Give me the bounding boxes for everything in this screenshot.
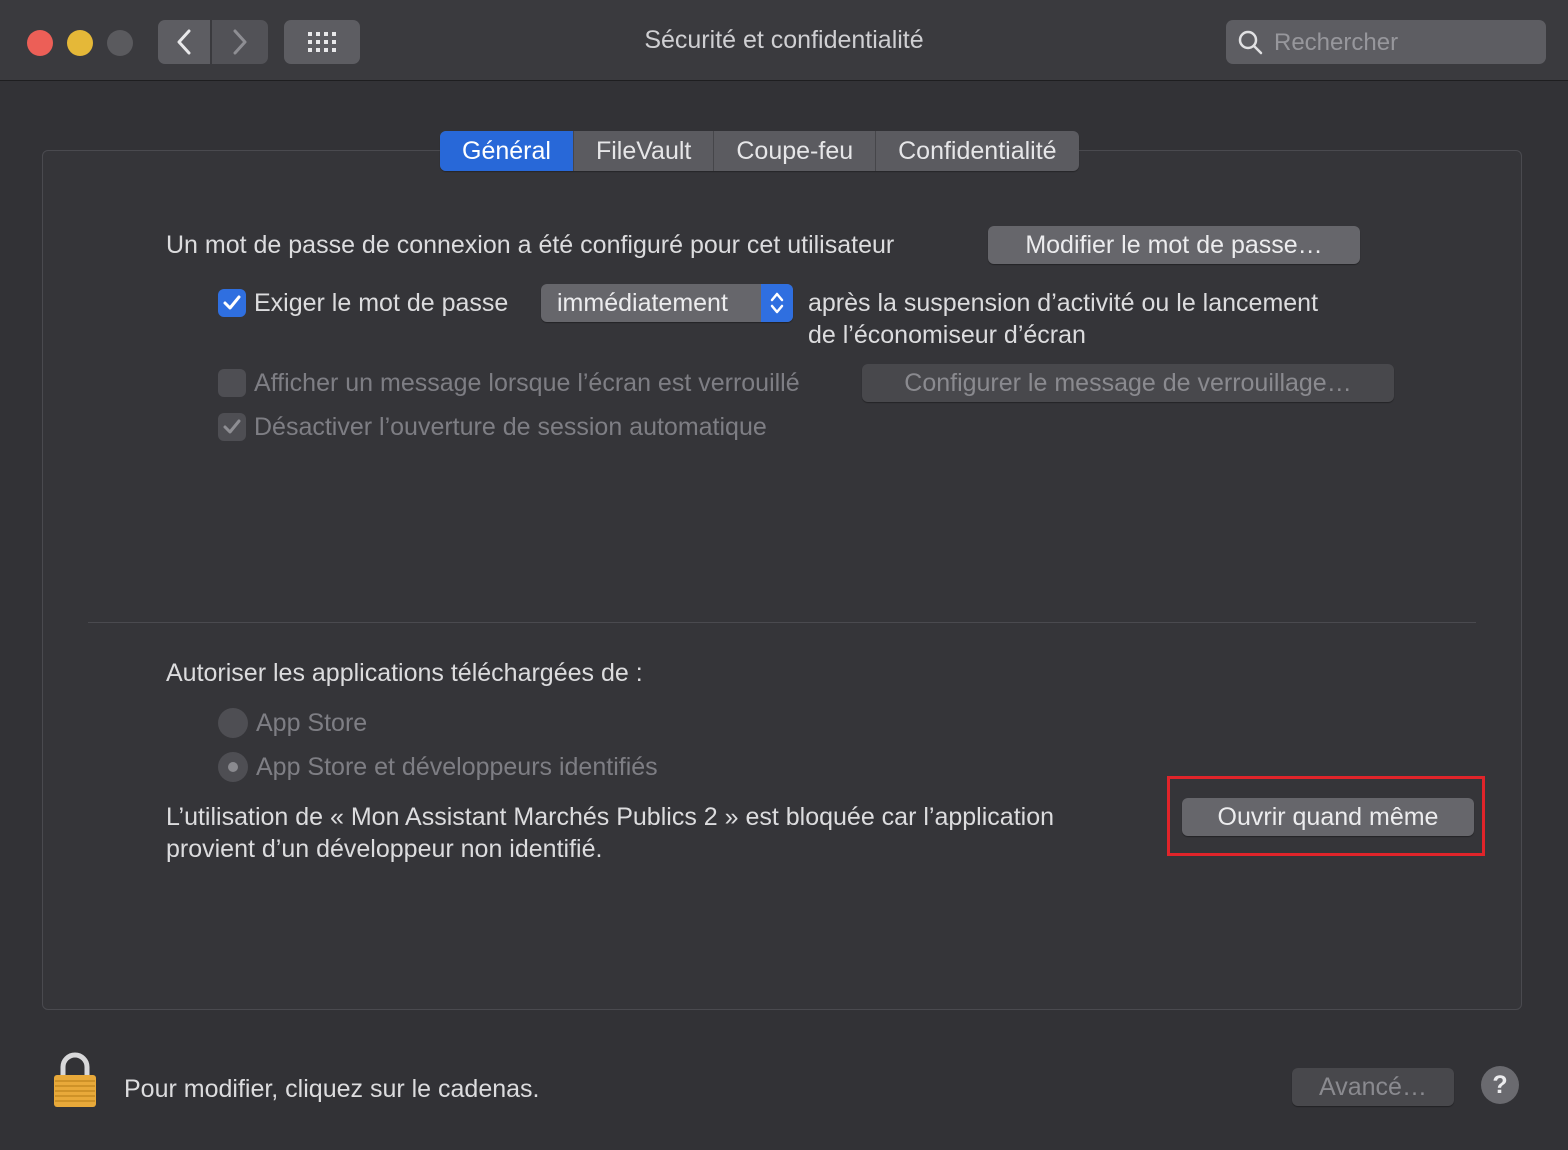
search-icon: [1238, 30, 1263, 55]
popup-value: immédiatement: [557, 289, 728, 317]
open-anyway-highlight-box: [1167, 776, 1485, 856]
allow-apps-heading: Autoriser les applications téléchargées …: [166, 659, 643, 687]
blocked-app-text-1: L’utilisation de « Mon Assistant Marchés…: [166, 803, 1055, 831]
checkmark-icon: [223, 419, 241, 434]
lock-icon[interactable]: [52, 1052, 98, 1108]
advanced-button[interactable]: Avancé…: [1292, 1068, 1454, 1106]
blocked-app-text-2: provient d’un développeur non identifié.: [166, 835, 603, 863]
require-password-checkbox[interactable]: [218, 289, 246, 317]
disable-auto-login-checkbox[interactable]: [218, 413, 246, 441]
radio-selected-dot: [228, 762, 238, 772]
radio-app-store[interactable]: [218, 708, 248, 738]
radio-app-store-label: App Store: [256, 709, 368, 737]
require-password-after-text-1: après la suspension d’activité ou le lan…: [808, 289, 1319, 317]
tab-filevault[interactable]: FileVault: [574, 131, 715, 171]
section-divider: [88, 622, 1476, 623]
popup-arrows-icon: [761, 284, 793, 322]
search-field[interactable]: [1226, 20, 1546, 64]
tab-privacy[interactable]: Confidentialité: [876, 131, 1078, 171]
radio-app-store-identified-label: App Store et développeurs identifiés: [256, 753, 658, 781]
radio-app-store-identified[interactable]: [218, 752, 248, 782]
configure-lock-message-button[interactable]: Configurer le message de verrouillage…: [862, 364, 1394, 402]
lock-instruction-text: Pour modifier, cliquez sur le cadenas.: [124, 1075, 540, 1103]
disable-auto-login-label: Désactiver l’ouverture de session automa…: [254, 413, 767, 441]
show-lock-message-label: Afficher un message lorsque l’écran est …: [254, 369, 800, 397]
tab-firewall[interactable]: Coupe-feu: [714, 131, 877, 171]
help-button[interactable]: ?: [1481, 1066, 1519, 1104]
show-lock-message-checkbox[interactable]: [218, 369, 246, 397]
content-panel: [42, 150, 1522, 1010]
search-input[interactable]: [1272, 26, 1536, 60]
tab-bar: Général FileVault Coupe-feu Confidential…: [440, 131, 1079, 171]
title-bar: Sécurité et confidentialité: [0, 0, 1568, 81]
tab-general[interactable]: Général: [440, 131, 574, 171]
checkmark-icon: [223, 295, 241, 310]
preferences-window: Sécurité et confidentialité Général File…: [0, 0, 1568, 1150]
change-password-button[interactable]: Modifier le mot de passe…: [988, 226, 1360, 264]
password-configured-text: Un mot de passe de connexion a été confi…: [166, 231, 895, 259]
require-password-label: Exiger le mot de passe: [254, 289, 509, 317]
require-password-delay-popup[interactable]: immédiatement: [541, 284, 793, 322]
require-password-after-text-2: de l’économiseur d’écran: [808, 321, 1086, 349]
